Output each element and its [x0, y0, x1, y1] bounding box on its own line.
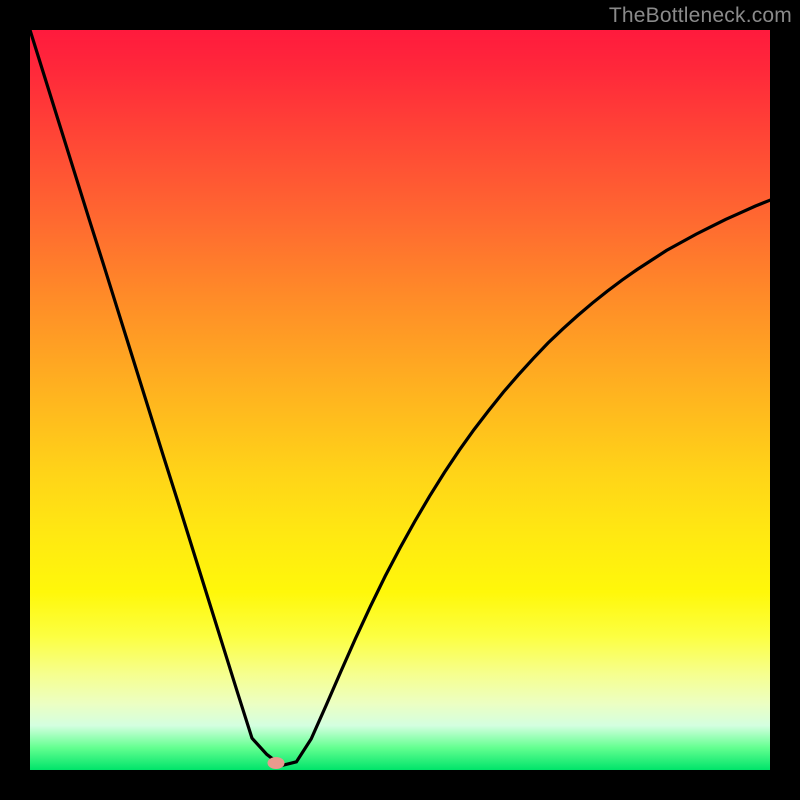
- plot-area: [30, 30, 770, 770]
- bottleneck-curve: [30, 30, 770, 770]
- chart-frame: TheBottleneck.com: [0, 0, 800, 800]
- minimum-marker: [268, 757, 285, 769]
- watermark-text: TheBottleneck.com: [609, 4, 792, 28]
